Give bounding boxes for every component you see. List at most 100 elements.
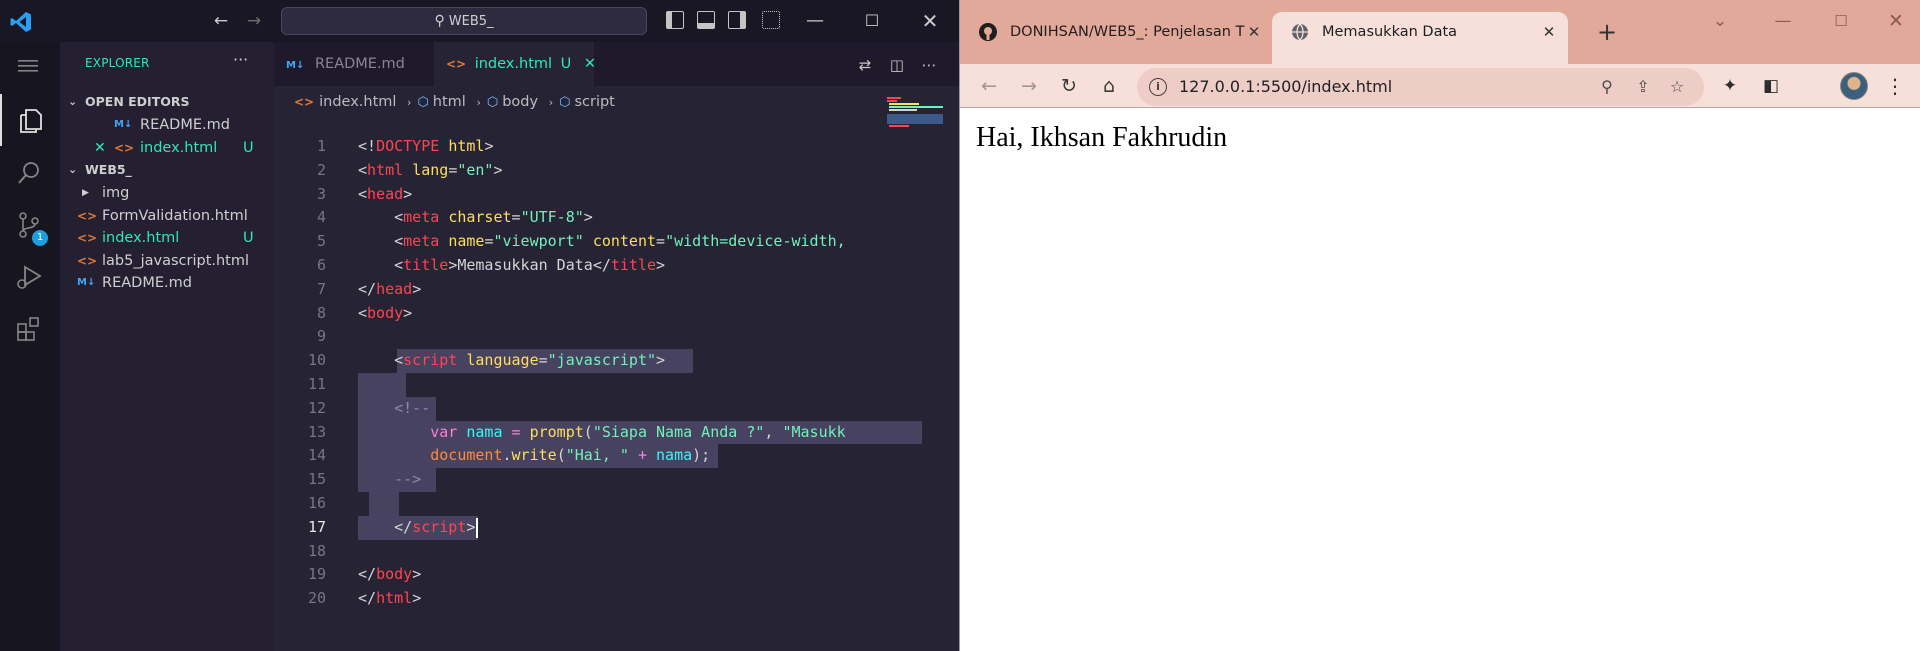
line-number: 3	[316, 184, 326, 203]
back-arrow-icon[interactable]: ←	[210, 10, 232, 32]
explorer-icon[interactable]	[0, 94, 60, 146]
code-text: </script>	[394, 517, 476, 536]
file-item[interactable]: <> lab5_javascript.html	[60, 250, 274, 272]
chevron-down-icon: ⌄	[68, 163, 78, 176]
breadcrumb-item[interactable]: html	[433, 94, 466, 110]
code-line: 2 <html lang="en">	[274, 159, 944, 183]
code-text: <body>	[358, 303, 413, 322]
code-line: 4 <meta charset="UTF-8">	[274, 206, 944, 230]
vscode-titlebar: ← → ⚲ WEB5_ — ☐ ✕	[0, 0, 959, 42]
file-item[interactable]: <> FormValidation.html	[60, 205, 274, 227]
file-item[interactable]: <> index.html U	[60, 227, 274, 249]
share-icon[interactable]: ⇪	[1633, 77, 1653, 97]
maximize-icon[interactable]: ☐	[1826, 6, 1856, 36]
github-icon	[979, 23, 997, 41]
line-number: 13	[307, 422, 326, 441]
open-editor-item[interactable]: ✕ <> index.html U	[60, 137, 274, 159]
line-number: 6	[316, 256, 326, 274]
code-text: document.write("Hai, " + nama);	[430, 446, 711, 465]
menu-icon[interactable]	[0, 42, 60, 94]
explorer-sidebar: EXPLORER ··· ⌄ OPEN EDITORS M↓ README.md…	[60, 42, 274, 651]
chrome-toolbar: ← → ↻ ⌂ i 127.0.0.1:5500/index.html ⚲ ⇪ …	[960, 64, 1920, 108]
tab-label: README.md	[314, 56, 405, 72]
line-number: 20	[307, 589, 326, 608]
breadcrumb-item[interactable]: script	[574, 94, 614, 110]
profile-avatar[interactable]	[1840, 72, 1868, 100]
markdown-icon: M↓	[286, 60, 305, 71]
chevron-right-icon: ›	[476, 96, 481, 109]
code-text: </html>	[358, 589, 422, 608]
line-number: 11	[307, 375, 326, 393]
browser-tab[interactable]: DONIHSAN/WEB5_: Penjelasan T ✕	[960, 12, 1272, 52]
browser-tab-active[interactable]: Memasukkan Data ✕	[1272, 12, 1568, 64]
tab-index-html[interactable]: <> index.html U ✕	[434, 42, 596, 86]
split-editor-icon[interactable]: ◫	[888, 56, 906, 74]
workspace-section[interactable]: ⌄ WEB5_	[60, 159, 274, 181]
code-text: -->	[394, 470, 422, 489]
globe-icon	[1292, 23, 1308, 41]
open-editor-item[interactable]: M↓ README.md	[60, 114, 274, 136]
address-bar[interactable]: i 127.0.0.1:5500/index.html ⚲ ⇪ ☆	[1137, 68, 1704, 106]
code-line: 8 <body>	[274, 302, 944, 326]
reload-icon[interactable]: ↻	[1055, 72, 1083, 100]
customize-layout-icon[interactable]	[762, 11, 780, 29]
close-window-icon[interactable]: ✕	[915, 6, 945, 36]
toggle-secondary-sidebar-icon[interactable]	[728, 11, 746, 29]
code-line: 3 <head>	[274, 183, 944, 207]
minimize-icon[interactable]: —	[1768, 6, 1798, 36]
toggle-panel-icon[interactable]	[697, 11, 715, 29]
minimize-icon[interactable]: —	[800, 6, 830, 36]
folder-item[interactable]: ▶ img	[60, 182, 274, 204]
new-tab-button[interactable]: +	[1592, 17, 1622, 47]
command-center-label: WEB5_	[448, 14, 494, 29]
code-text: <!DOCTYPE html>	[358, 137, 494, 155]
html-icon: <>	[77, 254, 98, 268]
toggle-primary-sidebar-icon[interactable]	[666, 11, 684, 29]
command-center-search[interactable]: ⚲ WEB5_	[281, 7, 647, 35]
code-editor[interactable]: 1 <!DOCTYPE html> 2 <html lang="en"> 3 <hea…	[274, 135, 944, 635]
close-window-icon[interactable]: ✕	[1881, 6, 1911, 36]
file-item[interactable]: M↓ README.md	[60, 272, 274, 294]
zoom-icon[interactable]: ⚲	[1597, 77, 1617, 97]
close-tab-icon[interactable]: ✕	[584, 56, 596, 72]
cube-icon: ⬡	[559, 95, 571, 110]
forward-arrow-icon[interactable]: →	[243, 10, 265, 32]
home-icon[interactable]: ⌂	[1095, 72, 1123, 100]
code-line: 15 -->	[274, 468, 944, 492]
breadcrumb-item[interactable]: index.html	[319, 94, 396, 110]
bookmark-star-icon[interactable]: ☆	[1667, 77, 1687, 97]
line-number: 1	[316, 137, 326, 155]
close-tab-icon[interactable]: ✕	[1539, 12, 1559, 52]
line-number: 4	[316, 208, 326, 227]
side-panel-icon[interactable]: ◧	[1760, 75, 1782, 97]
tab-readme[interactable]: M↓ README.md	[274, 42, 434, 86]
code-text: <meta charset="UTF-8">	[394, 208, 593, 227]
chevron-right-icon: ›	[407, 96, 412, 109]
back-arrow-icon[interactable]: ←	[975, 72, 1003, 100]
close-tab-icon[interactable]: ✕	[1244, 12, 1264, 52]
close-editor-icon[interactable]: ✕	[94, 137, 106, 159]
tab-search-chevron-icon[interactable]: ⌄	[1705, 6, 1735, 36]
url-text: 127.0.0.1:5500/index.html	[1179, 77, 1393, 96]
site-info-icon[interactable]: i	[1149, 78, 1167, 96]
search-view-icon[interactable]	[0, 146, 60, 198]
maximize-icon[interactable]: ☐	[857, 6, 887, 36]
more-actions-icon[interactable]: ⋯	[920, 56, 938, 74]
open-editors-section[interactable]: ⌄ OPEN EDITORS	[60, 91, 274, 113]
more-menu-icon[interactable]: ⋮	[1884, 75, 1906, 97]
forward-arrow-icon[interactable]: →	[1015, 72, 1043, 100]
open-editors-label: OPEN EDITORS	[85, 94, 190, 109]
run-debug-icon[interactable]	[0, 250, 60, 302]
extensions-icon[interactable]	[0, 302, 60, 354]
source-control-icon[interactable]: 1	[0, 198, 60, 250]
selection-highlight	[369, 492, 399, 516]
more-actions-icon[interactable]: ···	[233, 50, 248, 69]
open-editor-label: index.html	[140, 140, 218, 156]
breadcrumb-item[interactable]: body	[502, 94, 538, 110]
line-number: 10	[307, 351, 326, 370]
compare-changes-icon[interactable]: ⇄	[856, 56, 874, 74]
line-number: 14	[307, 446, 326, 465]
file-label: FormValidation.html	[102, 208, 248, 224]
extensions-puzzle-icon[interactable]: ✦	[1719, 75, 1741, 97]
minimap[interactable]	[887, 97, 943, 137]
